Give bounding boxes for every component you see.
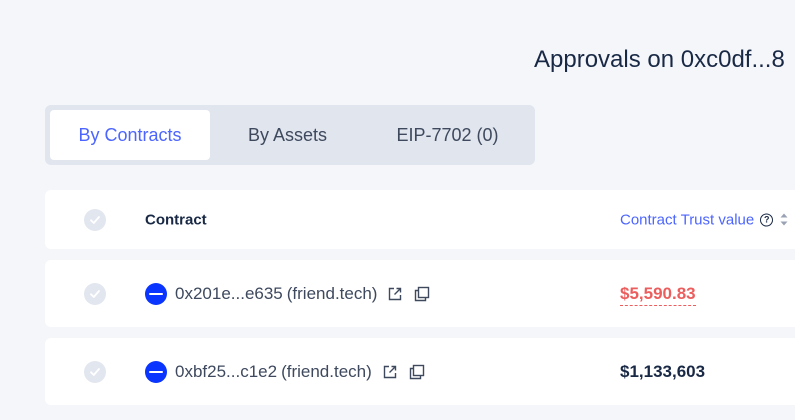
trust-value-cell: $5,590.83 [620, 283, 696, 306]
check-icon [90, 289, 100, 298]
contract-protocol: (friend.tech) [286, 283, 378, 303]
trust-value-cell: $1,133,603 [620, 362, 705, 382]
select-all-checkbox[interactable] [84, 208, 106, 231]
sort-icon[interactable] [779, 213, 789, 227]
row-checkbox[interactable] [84, 360, 106, 383]
trust-value: $1,133,603 [620, 361, 706, 381]
table-row[interactable]: 0xbf25...c1e2 (friend.tech) $1,133,603 [45, 338, 795, 405]
trust-value[interactable]: $5,590.83 [620, 283, 696, 306]
approvals-page: Approvals on 0xc0df...8 By Contracts By … [0, 0, 795, 420]
external-link-icon[interactable] [382, 364, 398, 380]
contract-cell: 0xbf25...c1e2 (friend.tech) [145, 360, 426, 383]
external-link-icon[interactable] [387, 286, 403, 302]
table-row[interactable]: 0x201e...e635 (friend.tech) $5,590.83 [45, 260, 795, 327]
column-header-trust-value-label: Contract Trust value [620, 211, 755, 228]
approval-tabs: By Contracts By Assets EIP-7702 (0) [45, 105, 535, 165]
tab-eip-7702[interactable]: EIP-7702 (0) [365, 110, 530, 160]
contract-cell: 0x201e...e635 (friend.tech) [145, 282, 431, 305]
check-icon [90, 367, 100, 376]
token-icon [145, 282, 167, 305]
copy-icon[interactable] [408, 363, 426, 381]
token-icon [145, 360, 167, 383]
column-header-contract[interactable]: Contract [145, 211, 207, 228]
page-title: Approvals on 0xc0df...8 [534, 46, 785, 73]
copy-icon[interactable] [413, 285, 431, 303]
check-icon [90, 215, 100, 224]
contract-address[interactable]: 0xbf25...c1e2 [175, 362, 277, 382]
tab-by-contracts[interactable]: By Contracts [50, 110, 210, 160]
help-icon[interactable]: ? [760, 213, 774, 226]
row-checkbox[interactable] [84, 282, 106, 305]
column-header-trust-value[interactable]: Contract Trust value ? [620, 211, 789, 228]
contract-address[interactable]: 0x201e...e635 [175, 284, 283, 304]
tab-by-assets[interactable]: By Assets [210, 110, 365, 160]
table-header: Contract Contract Trust value ? [45, 190, 795, 249]
contract-protocol: (friend.tech) [281, 361, 372, 381]
